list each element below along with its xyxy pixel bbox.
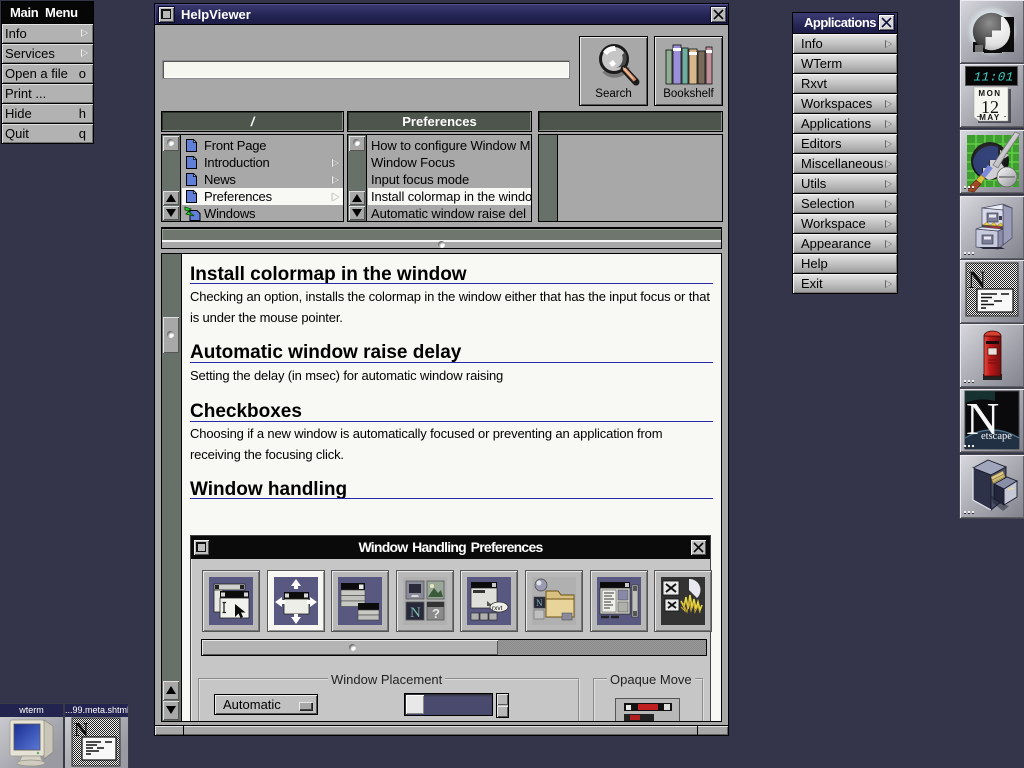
svg-text:?: ? <box>432 606 440 621</box>
svg-text:MAY: MAY <box>979 113 1001 122</box>
svg-text:etscape: etscape <box>981 431 1012 442</box>
svg-text:rxvt: rxvt <box>492 605 503 612</box>
svg-text:N: N <box>410 605 421 621</box>
svg-text:11:01: 11:01 <box>972 70 1016 85</box>
svg-text:N: N <box>536 598 543 608</box>
